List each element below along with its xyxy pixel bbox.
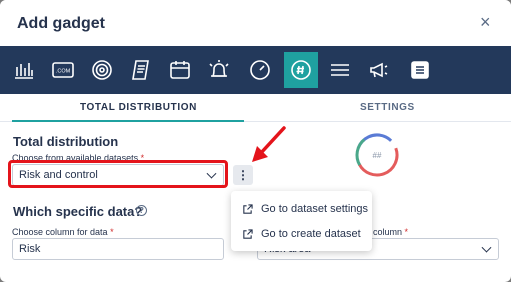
gadget-type-toolbar: .COM	[0, 46, 511, 94]
tab-bar: TOTAL DISTRIBUTION SETTINGS	[0, 94, 511, 122]
list-icon[interactable]	[404, 54, 436, 86]
megaphone-icon[interactable]	[363, 54, 395, 86]
menu-item-dataset-settings[interactable]: Go to dataset settings	[231, 197, 372, 221]
donut-preview: ##	[355, 133, 399, 177]
tab-settings[interactable]: SETTINGS	[360, 102, 415, 113]
com-box-icon[interactable]: .COM	[47, 54, 79, 86]
add-gadget-modal: Add gadget × .COM TOTAL DISTRIBUTION SET…	[0, 0, 511, 282]
more-options-button[interactable]: ⋮	[233, 165, 253, 185]
highlight-box	[8, 160, 228, 188]
spiral-icon[interactable]	[86, 54, 118, 86]
calendar-icon[interactable]	[164, 54, 196, 86]
subsection-title: Which specific data?	[13, 204, 143, 219]
column-label: Choose column for data *	[12, 227, 114, 237]
menu-item-create-dataset[interactable]: Go to create dataset	[231, 222, 372, 246]
svg-text:##: ##	[373, 151, 382, 160]
svg-text:.COM: .COM	[56, 69, 71, 75]
gauge-icon[interactable]	[244, 54, 276, 86]
help-icon[interactable]: ?	[136, 205, 147, 216]
bar-chart-icon[interactable]	[8, 54, 40, 86]
modal-title: Add gadget	[17, 15, 105, 32]
external-link-icon	[243, 228, 253, 239]
number-icon[interactable]	[284, 52, 318, 88]
external-link-icon	[243, 203, 253, 214]
modal-header: Add gadget ×	[0, 0, 511, 46]
tab-total-distribution[interactable]: TOTAL DISTRIBUTION	[80, 102, 197, 113]
lines-icon[interactable]	[324, 54, 356, 86]
more-options-menu: Go to dataset settings Go to create data…	[231, 191, 372, 251]
active-tab-indicator	[12, 120, 244, 122]
alarm-icon[interactable]	[203, 54, 235, 86]
annotation-arrow-icon	[252, 126, 286, 162]
column2-label: column *	[373, 227, 409, 237]
section-title: Total distribution	[13, 134, 119, 149]
close-icon[interactable]: ×	[480, 13, 491, 31]
chevron-down-icon	[481, 242, 492, 253]
column-select[interactable]: Risk	[12, 238, 224, 260]
document-icon[interactable]	[125, 54, 157, 86]
